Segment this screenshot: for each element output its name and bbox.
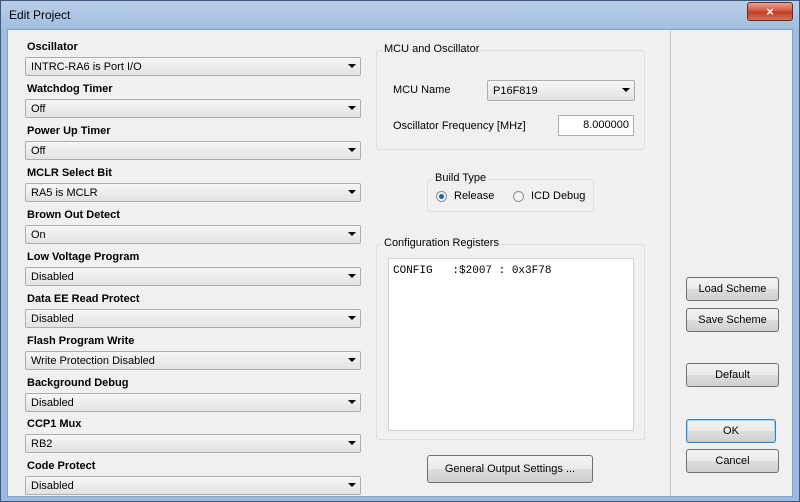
chevron-down-icon	[348, 483, 356, 487]
chevron-down-icon	[348, 148, 356, 152]
mcu-oscillator-group: MCU and Oscillator MCU Name P16F819 Osci…	[376, 43, 645, 150]
close-icon: ×	[766, 4, 774, 19]
save-scheme-button[interactable]: Save Scheme	[686, 308, 779, 332]
watchdog-timer-label: Watchdog Timer	[27, 83, 113, 95]
chevron-down-icon	[348, 106, 356, 110]
oscillator-select[interactable]: INTRC-RA6 is Port I/O	[25, 57, 361, 76]
mclr-select-label: MCLR Select Bit	[27, 167, 112, 179]
low-voltage-program-label: Low Voltage Program	[27, 251, 140, 263]
flash-program-write-label: Flash Program Write	[27, 335, 135, 347]
oscillator-frequency-input[interactable]: 8.000000	[558, 115, 634, 136]
power-up-timer-value: Off	[31, 145, 46, 157]
chevron-down-icon	[348, 232, 356, 236]
cancel-button[interactable]: Cancel	[686, 449, 779, 473]
brown-out-detect-select[interactable]: On	[25, 225, 361, 244]
oscillator-value: INTRC-RA6 is Port I/O	[31, 61, 142, 73]
configuration-registers-text[interactable]: CONFIG :$2007 : 0x3F78	[388, 258, 634, 431]
code-protect-value: Disabled	[31, 480, 74, 492]
mcu-name-select[interactable]: P16F819	[487, 80, 635, 101]
background-debug-label: Background Debug	[27, 377, 129, 389]
mclr-value: RA5 is MCLR	[31, 187, 98, 199]
icd-debug-radio[interactable]	[513, 191, 524, 202]
chevron-down-icon	[348, 190, 356, 194]
ccp1-mux-label: CCP1 Mux	[27, 418, 82, 430]
build-type-group: Build Type Release ICD Debug	[427, 172, 594, 212]
config-bits-panel: Oscillator INTRC-RA6 is Port I/O Watchdo…	[25, 33, 370, 495]
data-ee-read-protect-label: Data EE Read Protect	[27, 293, 140, 305]
build-type-group-title: Build Type	[433, 172, 489, 184]
title-bar[interactable]: Edit Project ×	[1, 1, 799, 29]
chevron-down-icon	[622, 88, 630, 92]
release-label: Release	[454, 190, 495, 202]
edit-project-dialog: Edit Project × Oscillator INTRC-RA6 is P…	[0, 0, 800, 502]
close-button[interactable]: ×	[747, 2, 793, 21]
load-scheme-button[interactable]: Load Scheme	[686, 277, 779, 301]
chevron-down-icon	[348, 274, 356, 278]
ccp1-mux-select[interactable]: RB2	[25, 434, 361, 453]
power-up-timer-label: Power Up Timer	[27, 125, 111, 137]
vertical-divider	[670, 30, 671, 496]
ok-button[interactable]: OK	[686, 419, 776, 443]
mclr-select[interactable]: RA5 is MCLR	[25, 183, 361, 202]
data-ee-read-protect-select[interactable]: Disabled	[25, 309, 361, 328]
mcu-oscillator-group-title: MCU and Oscillator	[382, 43, 482, 55]
chevron-down-icon	[348, 316, 356, 320]
oscillator-label: Oscillator	[27, 41, 78, 53]
ccp1-mux-value: RB2	[31, 438, 53, 450]
code-protect-label: Code Protect	[27, 460, 96, 472]
dialog-body: Oscillator INTRC-RA6 is Port I/O Watchdo…	[7, 29, 793, 497]
flash-program-write-select[interactable]: Write Protection Disabled	[25, 351, 361, 370]
low-voltage-program-value: Disabled	[31, 271, 74, 283]
general-output-settings-button[interactable]: General Output Settings ...	[427, 455, 593, 483]
background-debug-value: Disabled	[31, 397, 74, 409]
chevron-down-icon	[348, 441, 356, 445]
configuration-registers-group: Configuration Registers CONFIG :$2007 : …	[376, 237, 645, 440]
background-debug-select[interactable]: Disabled	[25, 393, 361, 412]
mcu-name-value: P16F819	[493, 85, 538, 97]
brown-out-detect-label: Brown Out Detect	[27, 209, 120, 221]
icd-debug-label: ICD Debug	[531, 190, 586, 202]
release-radio[interactable]	[436, 191, 447, 202]
default-button[interactable]: Default	[686, 363, 779, 387]
mcu-name-label: MCU Name	[393, 84, 451, 96]
watchdog-timer-value: Off	[31, 103, 46, 115]
flash-program-write-value: Write Protection Disabled	[31, 355, 155, 367]
brown-out-detect-value: On	[31, 229, 46, 241]
code-protect-select[interactable]: Disabled	[25, 476, 361, 495]
oscillator-frequency-label: Oscillator Frequency [MHz]	[393, 120, 526, 132]
chevron-down-icon	[348, 64, 356, 68]
data-ee-read-protect-value: Disabled	[31, 313, 74, 325]
configuration-registers-group-title: Configuration Registers	[382, 237, 501, 249]
watchdog-timer-select[interactable]: Off	[25, 99, 361, 118]
window-title: Edit Project	[9, 8, 71, 22]
chevron-down-icon	[348, 400, 356, 404]
power-up-timer-select[interactable]: Off	[25, 141, 361, 160]
chevron-down-icon	[348, 358, 356, 362]
low-voltage-program-select[interactable]: Disabled	[25, 267, 361, 286]
